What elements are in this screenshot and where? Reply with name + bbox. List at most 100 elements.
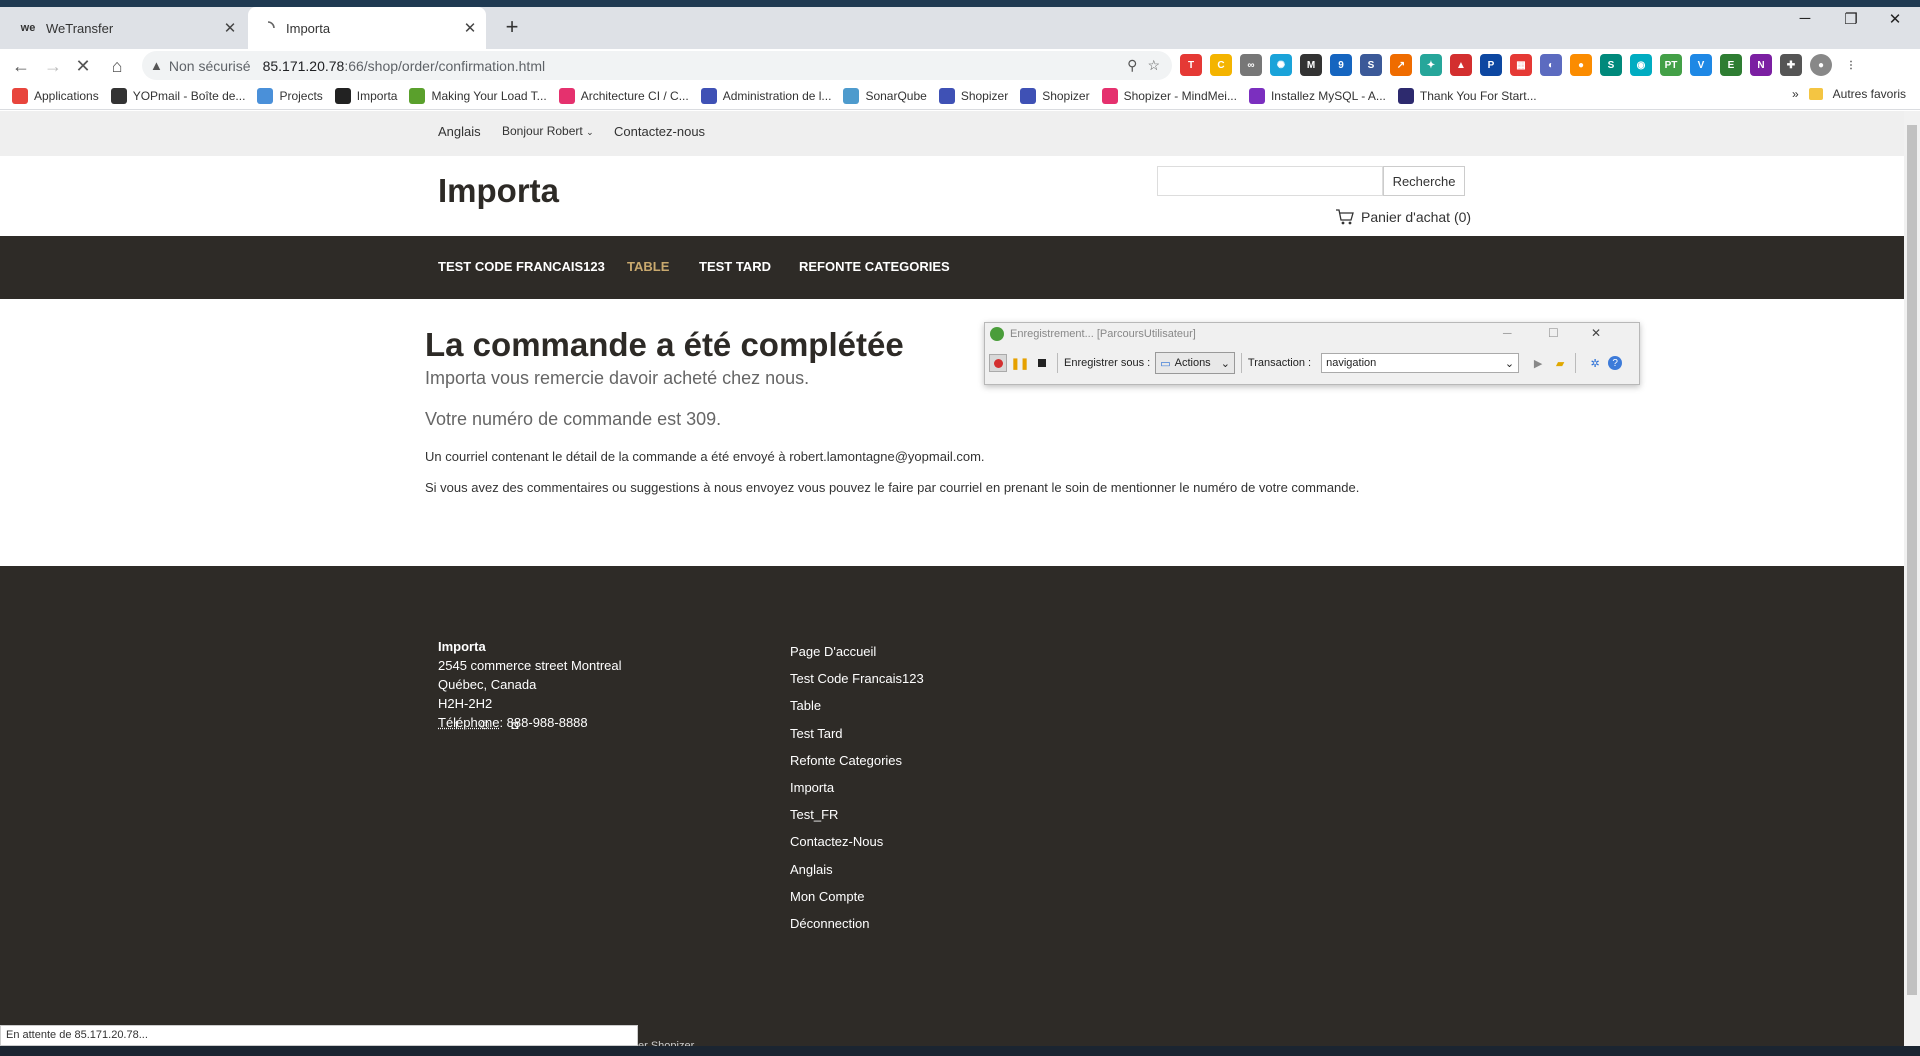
star-icon[interactable]: ☆ xyxy=(1147,57,1160,74)
instagram-icon[interactable]: ◘ xyxy=(511,718,518,732)
home-icon[interactable]: ⌂ xyxy=(104,53,130,79)
bookmark-item[interactable]: Architecture CI / C... xyxy=(558,87,689,104)
bookmark-label: Architecture CI / C... xyxy=(580,88,689,103)
search-input[interactable] xyxy=(1157,166,1383,196)
bookmark-item[interactable]: Making Your Load T... xyxy=(409,87,547,104)
extension-icon[interactable]: N xyxy=(1750,54,1772,76)
close-tab-icon[interactable]: ✕ xyxy=(220,19,240,37)
extension-icon[interactable]: ▲ xyxy=(1450,54,1472,76)
footer-link[interactable]: Page D'accueil xyxy=(790,638,924,665)
extension-icon[interactable]: ↗ xyxy=(1390,54,1412,76)
extension-icon[interactable]: V xyxy=(1690,54,1712,76)
extension-icon[interactable]: T xyxy=(1180,54,1202,76)
bookmark-item[interactable]: Projects xyxy=(257,87,323,104)
site-logo[interactable]: Importa xyxy=(438,172,559,210)
close-tab-icon[interactable]: ✕ xyxy=(460,19,480,37)
extension-icon[interactable]: P xyxy=(1480,54,1502,76)
settings-icon[interactable]: ✲ xyxy=(1586,354,1604,372)
extension-icon[interactable]: M xyxy=(1300,54,1322,76)
footer-link[interactable]: Mon Compte xyxy=(790,883,924,910)
menu-icon[interactable]: ⋮ xyxy=(1840,54,1862,76)
footer-link[interactable]: Table xyxy=(790,692,924,719)
url-host: 85.171.20.78 xyxy=(262,57,345,74)
close-icon[interactable]: ✕ xyxy=(1591,326,1601,340)
minimize-icon[interactable]: ─ xyxy=(1503,326,1512,340)
footer-link[interactable]: Refonte Categories xyxy=(790,747,924,774)
bookmark-label: Shopizer - MindMei... xyxy=(1123,88,1237,103)
bookmark-item[interactable]: Importa xyxy=(334,87,397,104)
language-link[interactable]: Anglais xyxy=(438,124,481,139)
forward-icon[interactable]: → xyxy=(40,53,66,79)
new-tab-button[interactable]: + xyxy=(498,14,526,42)
bookmark-item[interactable]: Shopizer - MindMei... xyxy=(1101,87,1237,104)
extension-icon[interactable]: PT xyxy=(1660,54,1682,76)
transaction-combo[interactable]: navigation ⌄ xyxy=(1321,353,1520,373)
extension-icon[interactable]: ✦ xyxy=(1420,54,1442,76)
bookmark-item[interactable]: YOPmail - Boîte de... xyxy=(110,87,245,104)
help-icon[interactable]: ? xyxy=(1608,356,1623,370)
link-icon[interactable]: ∞ xyxy=(1240,54,1262,76)
site-topbar: Anglais Bonjour Robert ⌄ Contactez-nous xyxy=(0,111,1904,156)
pause-icon[interactable]: ❚❚ xyxy=(1011,354,1029,372)
play-icon[interactable]: ▶ xyxy=(1529,354,1547,372)
minimize-icon[interactable]: ─ xyxy=(1790,10,1820,27)
main-nav: TEST CODE FRANCAIS123 TABLE TEST TARD RE… xyxy=(0,236,1904,299)
extension-icon[interactable]: ◐ xyxy=(1540,54,1562,76)
extension-icon[interactable]: ✺ xyxy=(1270,54,1292,76)
page-scrollbar[interactable] xyxy=(1904,111,1920,1056)
nav-item[interactable]: REFONTE CATEGORIES xyxy=(799,259,950,274)
bookmark-item[interactable]: SonarQube xyxy=(843,87,927,104)
puzzle-icon[interactable]: ✚ xyxy=(1780,54,1802,76)
extension-icon[interactable]: ◉ xyxy=(1630,54,1652,76)
tab-wetransfer[interactable]: we WeTransfer ✕ xyxy=(8,7,246,49)
bookmark-item[interactable]: Administration de l... xyxy=(700,87,831,104)
bookmark-item[interactable]: Installez MySQL - A... xyxy=(1248,87,1386,104)
nav-item-active[interactable]: TABLE xyxy=(627,259,669,274)
footer-link[interactable]: Importa xyxy=(790,774,924,801)
extension-icon[interactable]: S xyxy=(1360,54,1382,76)
facebook-icon[interactable]: f xyxy=(455,718,458,732)
warning-icon: ▲ xyxy=(150,58,163,73)
open-folder-icon[interactable]: ▰ xyxy=(1551,354,1569,372)
address-bar[interactable]: ▲ Non sécurisé 85.171.20.78 :66/shop/ord… xyxy=(142,51,1172,80)
extension-icon[interactable]: C xyxy=(1210,54,1232,76)
avatar[interactable]: ● xyxy=(1810,54,1832,76)
back-icon[interactable]: ← xyxy=(8,53,34,79)
footer-link[interactable]: Test Code Francais123 xyxy=(790,665,924,692)
nav-item[interactable]: TEST CODE FRANCAIS123 xyxy=(438,259,605,274)
user-menu[interactable]: Bonjour Robert ⌄ xyxy=(502,124,594,138)
url-path: :66/shop/order/confirmation.html xyxy=(344,57,546,74)
extension-icon[interactable]: ▦ xyxy=(1510,54,1532,76)
bookmark-item[interactable]: Shopizer xyxy=(1020,87,1090,104)
actions-dropdown[interactable]: ▭ Actions ⌄ xyxy=(1155,352,1235,374)
close-window-icon[interactable]: ✕ xyxy=(1880,10,1910,28)
footer-link[interactable]: Test_FR xyxy=(790,801,924,828)
footer-link[interactable]: Déconnection xyxy=(790,910,924,937)
zoom-icon[interactable]: ⚲ xyxy=(1127,57,1137,74)
footer-link[interactable]: Contactez-Nous xyxy=(790,828,924,855)
tab-importa[interactable]: Importa ✕ xyxy=(248,7,486,49)
bookmark-item[interactable]: Shopizer xyxy=(938,87,1008,104)
record-icon[interactable] xyxy=(989,354,1007,372)
extension-icon[interactable]: E xyxy=(1720,54,1742,76)
extension-icon[interactable]: ● xyxy=(1570,54,1592,76)
other-bookmarks[interactable]: Autres favoris xyxy=(1833,87,1906,101)
pinterest-icon[interactable]: ℗ xyxy=(480,718,489,732)
maximize-icon[interactable]: ☐ xyxy=(1548,326,1559,340)
bookmark-item[interactable]: Thank You For Start... xyxy=(1397,87,1537,104)
stop-icon[interactable] xyxy=(1033,354,1051,372)
cart-link[interactable]: Panier d'achat (0) xyxy=(1335,208,1471,226)
extension-icon[interactable]: S xyxy=(1600,54,1622,76)
restore-icon[interactable]: ❐ xyxy=(1836,10,1866,28)
scrollbar-thumb[interactable] xyxy=(1907,125,1917,995)
search-button[interactable]: Recherche xyxy=(1383,166,1465,196)
bookmark-item[interactable]: Applications xyxy=(12,87,99,104)
footer-link[interactable]: Test Tard xyxy=(790,720,924,747)
more-bookmarks-icon[interactable]: » xyxy=(1792,87,1799,101)
footer-link[interactable]: Anglais xyxy=(790,856,924,883)
contact-link[interactable]: Contactez-nous xyxy=(614,124,705,139)
recorder-titlebar[interactable]: Enregistrement... [ParcoursUtilisateur] … xyxy=(985,323,1639,345)
stop-icon[interactable]: ✕ xyxy=(70,53,96,79)
nav-item[interactable]: TEST TARD xyxy=(699,259,771,274)
extension-icon[interactable]: 9 xyxy=(1330,54,1352,76)
